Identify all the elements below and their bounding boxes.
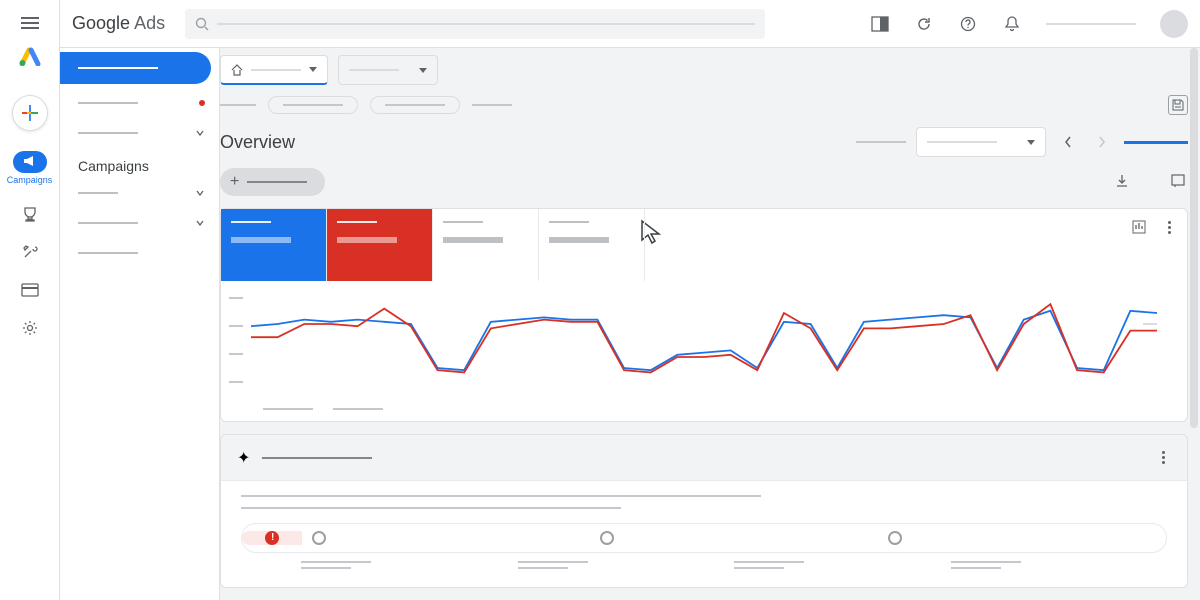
side-panel: Campaigns [60, 48, 220, 600]
trophy-icon [21, 205, 39, 223]
performance-card [220, 208, 1188, 422]
sidepanel-item[interactable] [60, 238, 219, 268]
step-4[interactable] [878, 531, 1166, 545]
chevron-down-icon [309, 67, 317, 72]
nav-admin[interactable] [21, 319, 39, 337]
crumb [220, 104, 256, 106]
search-icon [195, 17, 209, 31]
sparkle-icon: ✦ [237, 448, 250, 468]
sidepanel-item[interactable] [60, 88, 219, 118]
step-1[interactable] [242, 531, 302, 545]
metric-tab-3[interactable] [433, 209, 539, 281]
active-indicator [1124, 141, 1188, 144]
chevron-down-icon [1027, 140, 1035, 145]
date-label [856, 141, 906, 143]
gear-icon [21, 319, 39, 337]
download-icon[interactable] [1114, 173, 1132, 191]
alert-icon [265, 531, 279, 545]
help-icon[interactable] [958, 14, 978, 34]
create-button[interactable] [12, 95, 48, 131]
add-filter-button[interactable]: + [220, 168, 325, 196]
sidepanel-section-campaigns: Campaigns [60, 148, 219, 178]
daterange-dropdown[interactable] [916, 127, 1046, 157]
sidepanel-item[interactable] [60, 118, 219, 148]
performance-chart [221, 281, 1187, 421]
refresh-icon[interactable] [914, 14, 934, 34]
tools-icon [21, 243, 39, 261]
hamburger-menu-icon[interactable] [21, 14, 39, 28]
sidepanel-item[interactable] [60, 208, 219, 238]
nav-billing[interactable] [21, 281, 39, 299]
recommendations-card: ✦ [220, 434, 1188, 588]
card-icon [21, 281, 39, 299]
chevron-down-icon [195, 218, 205, 228]
nav-tools[interactable] [21, 243, 39, 261]
alert-dot-icon [199, 100, 205, 106]
nav-goals[interactable] [21, 205, 39, 223]
prev-button[interactable] [1056, 130, 1080, 154]
brand-text: Google Ads [72, 13, 165, 34]
breadcrumb [220, 92, 1188, 118]
scrollbar[interactable] [1190, 48, 1198, 428]
megaphone-icon [13, 151, 47, 173]
appearance-icon[interactable] [870, 14, 890, 34]
avatar[interactable] [1160, 10, 1188, 38]
sidepanel-active-item[interactable] [60, 52, 211, 84]
campaign-dropdown[interactable] [338, 55, 438, 85]
more-icon[interactable] [1161, 219, 1177, 235]
save-icon[interactable] [1168, 95, 1188, 115]
chevron-down-icon [195, 188, 205, 198]
chevron-down-icon [419, 68, 427, 73]
metric-tab-4[interactable] [539, 209, 645, 281]
more-icon[interactable] [1155, 450, 1171, 466]
sidepanel-item[interactable] [60, 178, 219, 208]
home-icon [231, 64, 243, 76]
plus-icon: + [230, 173, 239, 191]
notifications-icon[interactable] [1002, 14, 1022, 34]
optimization-stepper[interactable] [241, 523, 1167, 553]
nav-campaigns-label: Campaigns [7, 175, 53, 185]
account-label [1046, 23, 1136, 25]
metric-tab-1[interactable] [221, 209, 327, 281]
expand-chart-icon[interactable] [1131, 219, 1147, 235]
crumb [472, 104, 512, 106]
step-3[interactable] [590, 531, 878, 545]
google-ads-logo-icon [19, 46, 41, 71]
chevron-down-icon [195, 128, 205, 138]
nav-campaigns[interactable]: Campaigns [7, 151, 53, 185]
page-title: Overview [220, 132, 295, 153]
crumb-pill[interactable] [370, 96, 460, 114]
account-dropdown[interactable] [220, 55, 328, 85]
search-input[interactable] [185, 9, 765, 39]
chart-axis-hint [1143, 323, 1157, 325]
scope-toolbar [220, 48, 1188, 92]
next-button[interactable] [1090, 130, 1114, 154]
metric-tab-2[interactable] [327, 209, 433, 281]
crumb-pill[interactable] [268, 96, 358, 114]
step-2[interactable] [302, 531, 590, 545]
feedback-icon[interactable] [1170, 173, 1188, 191]
